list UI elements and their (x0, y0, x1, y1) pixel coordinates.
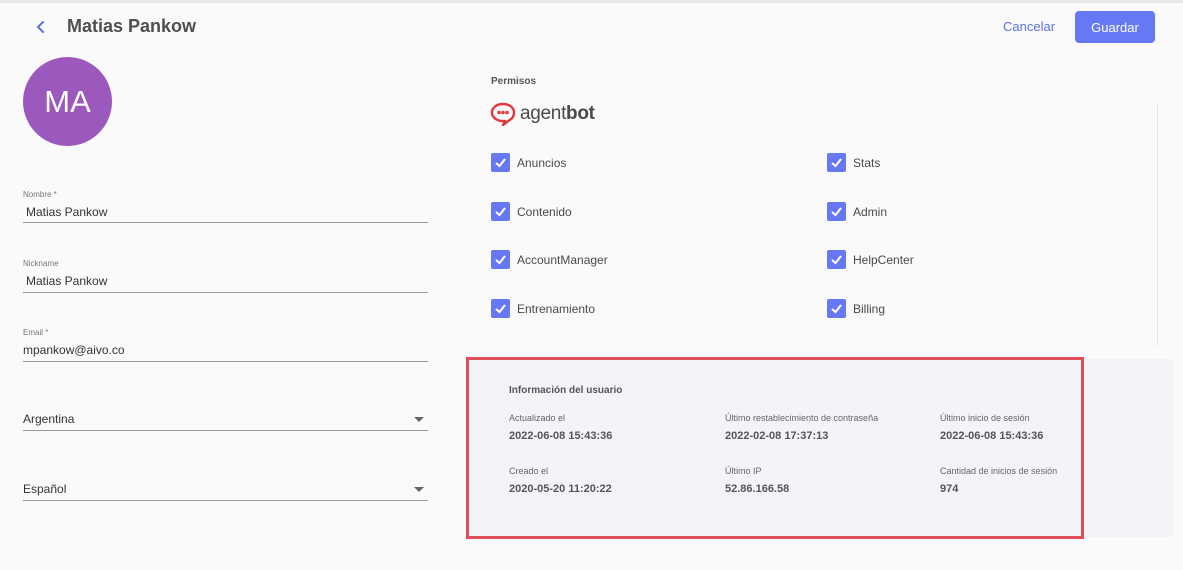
checkbox-checked-icon[interactable] (491, 250, 510, 269)
email-label: Email * (23, 328, 49, 337)
permission-contenido[interactable]: Contenido (491, 202, 572, 221)
save-button[interactable]: Guardar (1075, 11, 1155, 43)
permission-accountmanager[interactable]: AccountManager (491, 250, 608, 269)
permission-label: HelpCenter (853, 252, 914, 267)
updated-label: Actualizado el (509, 413, 566, 423)
cancel-button[interactable]: Cancelar (1003, 19, 1055, 34)
checkbox-checked-icon[interactable] (491, 202, 510, 221)
nickname-label: Nickname (23, 259, 59, 268)
password-reset-label: Último restablecimiento de contraseña (725, 413, 879, 423)
checkbox-checked-icon[interactable] (827, 153, 846, 172)
nickname-value: Matias Pankow (26, 274, 108, 288)
permission-billing[interactable]: Billing (827, 299, 885, 318)
permission-anuncios[interactable]: Anuncios (491, 153, 566, 172)
avatar: MA (23, 57, 112, 146)
language-select[interactable]: Español (23, 479, 428, 501)
logo-text-suffix: bot (566, 103, 595, 124)
name-field[interactable]: Nombre * Matias Pankow (23, 190, 428, 223)
permission-label: Billing (853, 301, 886, 316)
vertical-divider (1157, 104, 1158, 346)
permissions-label: Permisos (491, 76, 537, 87)
permission-helpcenter[interactable]: HelpCenter (827, 250, 914, 269)
logo-text-prefix: agent (520, 103, 567, 124)
checkbox-checked-icon[interactable] (827, 299, 846, 318)
language-value: Español (23, 482, 67, 496)
created-value: 2020-05-20 11:20:22 (509, 483, 612, 495)
updated-value: 2022-06-08 15:43:36 (509, 430, 613, 442)
last-login-value: 2022-06-08 15:43:36 (940, 430, 1044, 442)
dropdown-arrow-icon (414, 417, 424, 422)
permission-label: Contenido (517, 204, 572, 219)
last-ip-value: 52.86.166.58 (725, 483, 790, 495)
chevron-left-icon (37, 21, 44, 33)
back-button[interactable] (30, 16, 52, 38)
checkbox-checked-icon[interactable] (491, 299, 510, 318)
login-count-label: Cantidad de inicios de sesión (940, 466, 1058, 476)
email-value: mpankow@aivo.co (23, 343, 125, 357)
permission-label: AccountManager (517, 252, 608, 267)
checkbox-checked-icon[interactable] (827, 202, 846, 221)
checkbox-checked-icon[interactable] (491, 153, 510, 172)
agentbot-logo: agentbot (490, 101, 595, 127)
permission-admin[interactable]: Admin (827, 202, 887, 221)
created-label: Creado el (509, 466, 549, 476)
last-ip-label: Último IP (725, 466, 762, 476)
permission-label: Anuncios (517, 155, 567, 170)
email-field[interactable]: Email * mpankow@aivo.co (23, 328, 428, 362)
nickname-field[interactable]: Nickname Matias Pankow (23, 259, 428, 293)
page-title: Matias Pankow (67, 16, 197, 36)
top-divider (0, 0, 1183, 3)
permission-label: Entrenamiento (517, 301, 596, 316)
permission-label: Stats (853, 155, 881, 170)
password-reset-value: 2022-02-08 17:37:13 (725, 430, 829, 442)
country-select[interactable]: Argentina (23, 409, 428, 431)
login-count-value: 974 (940, 483, 959, 495)
chat-bubble-icon (490, 102, 516, 126)
permission-label: Admin (853, 204, 888, 219)
permission-stats[interactable]: Stats (827, 153, 880, 172)
user-info-title: Información del usuario (509, 385, 623, 396)
last-login-label: Último inicio de sesión (940, 413, 1030, 423)
dropdown-arrow-icon (414, 487, 424, 492)
permission-entrenamiento[interactable]: Entrenamiento (491, 299, 595, 318)
name-value: Matias Pankow (26, 205, 108, 219)
name-label: Nombre * (23, 190, 57, 199)
country-value: Argentina (23, 412, 75, 426)
checkbox-checked-icon[interactable] (827, 250, 846, 269)
